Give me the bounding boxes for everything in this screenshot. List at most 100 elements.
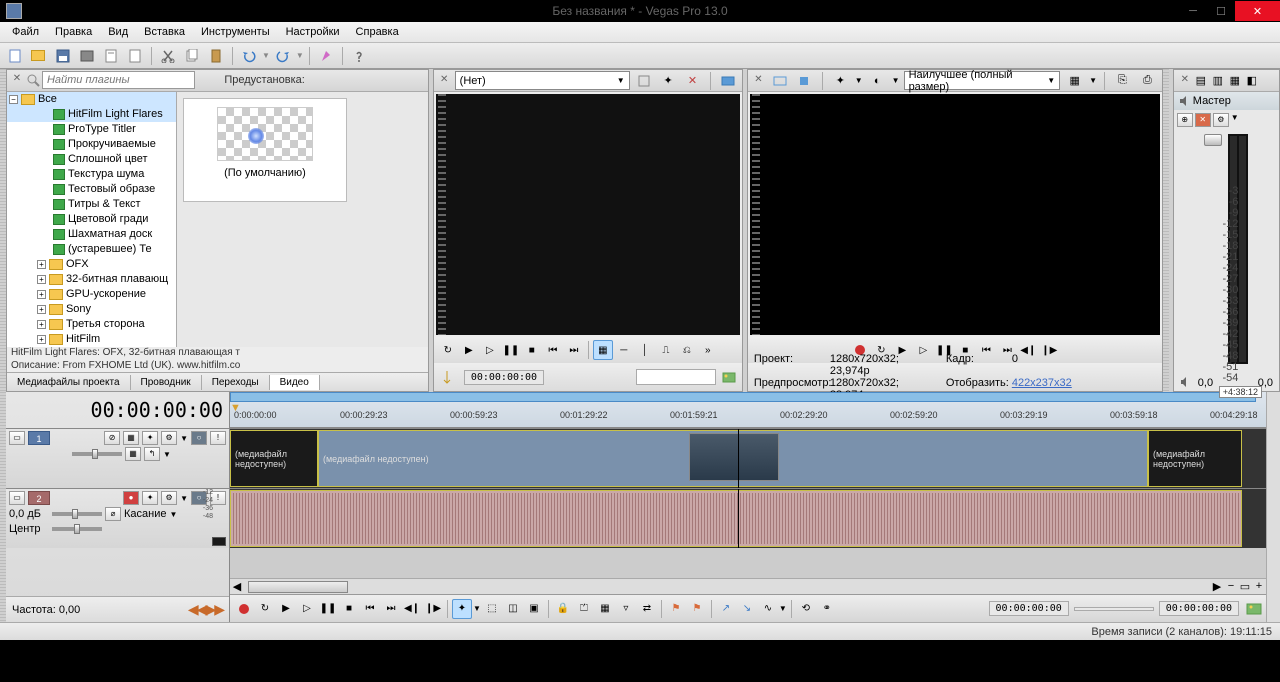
track-arm-icon[interactable]: ●	[123, 491, 139, 505]
track-parent-icon[interactable]: ↰	[144, 447, 160, 461]
new-project-button[interactable]	[4, 45, 26, 67]
fx-remove-icon[interactable]: ✕	[682, 70, 702, 92]
tl-loop-icon[interactable]: ↻	[255, 599, 275, 619]
fx-end-icon[interactable]: ⏭	[564, 340, 584, 360]
tree-fx-item[interactable]: Текстура шума	[7, 167, 176, 182]
fx-play-icon[interactable]: ▶	[459, 340, 479, 360]
fx-timecode[interactable]: 00:00:00:00	[464, 370, 544, 385]
close-button[interactable]: ✕	[1235, 1, 1280, 21]
track-fx2-icon[interactable]: ✦	[142, 491, 158, 505]
menu-help[interactable]: Справка	[348, 24, 407, 40]
track-auto-icon[interactable]: ⚙	[161, 431, 177, 445]
tl-auto2-icon[interactable]: ↘	[737, 599, 757, 619]
fx-loop-icon[interactable]: ↻	[438, 340, 458, 360]
prev-fx-icon[interactable]: ✦	[830, 70, 851, 92]
minimize-button[interactable]: ─	[1179, 1, 1207, 21]
tree-folder[interactable]: +32-битная плавающ	[7, 272, 176, 287]
maximize-button[interactable]: ☐	[1207, 1, 1235, 21]
tl-auto1-icon[interactable]: ↗	[716, 599, 736, 619]
tree-fx-item[interactable]: (устаревшее) Те	[7, 242, 176, 257]
tree-fx-item[interactable]: HitFilm Light Flares	[7, 107, 176, 122]
tl-record-button[interactable]	[234, 599, 254, 619]
track-phase-icon[interactable]: ⌀	[105, 507, 121, 521]
scrub-arrows-icon[interactable]: ◀◀▶▶	[188, 601, 223, 618]
fx-close-icon[interactable]: ✕	[438, 74, 451, 88]
track-comp-icon[interactable]: ▦	[125, 447, 141, 461]
prev-copy-icon[interactable]: ⎘	[1112, 70, 1133, 92]
touch-label[interactable]: Касание	[124, 508, 166, 520]
menu-file[interactable]: Файл	[4, 24, 47, 40]
quality-dropdown[interactable]: Наилучшее (полный размер)▼	[904, 71, 1061, 90]
fx-frame-icon[interactable]: ▦	[593, 340, 613, 360]
tl-timecode-2[interactable]: 00:00:00:00	[1159, 601, 1239, 616]
tree-fx-item[interactable]: Сплошной цвет	[7, 152, 176, 167]
fx-start-icon[interactable]: ⏮	[543, 340, 563, 360]
loop-region[interactable]	[230, 392, 1256, 402]
tree-folder[interactable]: +OFX	[7, 257, 176, 272]
undo-button[interactable]	[238, 45, 260, 67]
fx-btn-c[interactable]: ⎍	[656, 340, 676, 360]
master-fader[interactable]	[1204, 134, 1222, 146]
track-bypass-icon[interactable]: ⊘	[104, 431, 120, 445]
menu-insert[interactable]: Вставка	[136, 24, 193, 40]
plugin-tree[interactable]: −Все HitFilm Light Flares ProType Titler…	[7, 92, 177, 347]
tl-end-icon[interactable]: ⏭	[381, 599, 401, 619]
prev-grid-icon[interactable]: ▦	[1064, 70, 1085, 92]
timeline-tracks[interactable]: ▼ 0:00:00:00 00:00:29:23 00:00:59:23 00:…	[230, 392, 1266, 622]
track-motion-icon[interactable]: ▦	[123, 431, 139, 445]
tree-folder[interactable]: +GPU-ускорение	[7, 287, 176, 302]
prev-save-icon[interactable]: ⎙	[1137, 70, 1158, 92]
tl-timecode-1[interactable]: 00:00:00:00	[989, 601, 1069, 616]
properties2-button[interactable]	[124, 45, 146, 67]
master-dim-icon[interactable]: ◧	[1244, 70, 1260, 92]
tl-tool-3[interactable]: ▣	[524, 599, 544, 619]
tl-play-icon[interactable]: ▷	[297, 599, 317, 619]
tree-fx-item[interactable]: Шахматная доск	[7, 227, 176, 242]
tl-pause-icon[interactable]: ❚❚	[318, 599, 338, 619]
redo-button[interactable]	[272, 45, 294, 67]
prev-btn2[interactable]	[794, 70, 815, 92]
master-close-icon[interactable]: ✕	[1178, 74, 1192, 88]
tl-ripple-icon[interactable]: ⇄	[637, 599, 657, 619]
tl-lock-icon[interactable]: 🔒	[553, 599, 573, 619]
video-clip-3[interactable]: (медиафайл недоступен)	[1148, 430, 1242, 487]
tl-link-icon[interactable]: ⚭	[817, 599, 837, 619]
tl-stop-icon[interactable]: ■	[339, 599, 359, 619]
ruler[interactable]: ▼ 0:00:00:00 00:00:29:23 00:00:59:23 00:…	[230, 392, 1266, 428]
tab-media[interactable]: Медиафайлы проекта	[7, 375, 131, 390]
tree-folder[interactable]: +Третья сторона	[7, 317, 176, 332]
menu-tools[interactable]: Инструменты	[193, 24, 278, 40]
fx-btn1[interactable]	[634, 70, 654, 92]
grip-master[interactable]	[1163, 69, 1169, 392]
video-clip-2[interactable]: (медиафайл недоступен)	[318, 430, 1148, 487]
prev-ext-icon[interactable]	[769, 70, 790, 92]
tl-marker-icon[interactable]: ▿	[616, 599, 636, 619]
tree-folder[interactable]: +HitFilm	[7, 332, 176, 347]
marker-button[interactable]	[315, 45, 337, 67]
tl-env-icon[interactable]: ∿	[758, 599, 778, 619]
tl-prev-icon[interactable]: ◀❙	[402, 599, 422, 619]
playhead[interactable]	[738, 429, 739, 488]
main-timecode[interactable]: 00:00:00:00	[6, 392, 229, 428]
audio-track-header[interactable]: ▭ 2 ● ✦ ⚙ ▼ ○ ! 0,0 дБ ⌀ Касание ▼ Центр	[6, 488, 229, 548]
menu-view[interactable]: Вид	[100, 24, 136, 40]
preview-close-icon[interactable]: ✕	[752, 74, 765, 88]
master-btn1[interactable]: ▤	[1193, 70, 1209, 92]
menu-settings[interactable]: Настройки	[278, 24, 348, 40]
video-track-header[interactable]: ▭ 1 ⊘ ▦ ✦ ⚙ ▼ ○ ! ▦ ↰ ▼	[6, 428, 229, 488]
video-clip-1[interactable]: (медиафайл недоступен)	[230, 430, 318, 487]
fx-btn2[interactable]: ✦	[658, 70, 678, 92]
fx-canvas[interactable]	[436, 94, 740, 335]
audio-track-lane[interactable]	[230, 488, 1266, 548]
master-btn3[interactable]: ▦	[1227, 70, 1243, 92]
prev-split-icon[interactable]: ◐	[867, 70, 888, 92]
track-fx-icon[interactable]: ✦	[142, 431, 158, 445]
paste-button[interactable]	[205, 45, 227, 67]
tl-start-icon[interactable]: ⏮	[360, 599, 380, 619]
master-insert-icon[interactable]: ⊕	[1177, 113, 1193, 127]
fx-btn-b[interactable]: │	[635, 340, 655, 360]
master-btn2[interactable]: ▥	[1210, 70, 1226, 92]
help-icon[interactable]	[348, 45, 370, 67]
track-min-icon[interactable]: ▭	[9, 491, 25, 505]
audio-clip[interactable]	[230, 490, 1242, 547]
